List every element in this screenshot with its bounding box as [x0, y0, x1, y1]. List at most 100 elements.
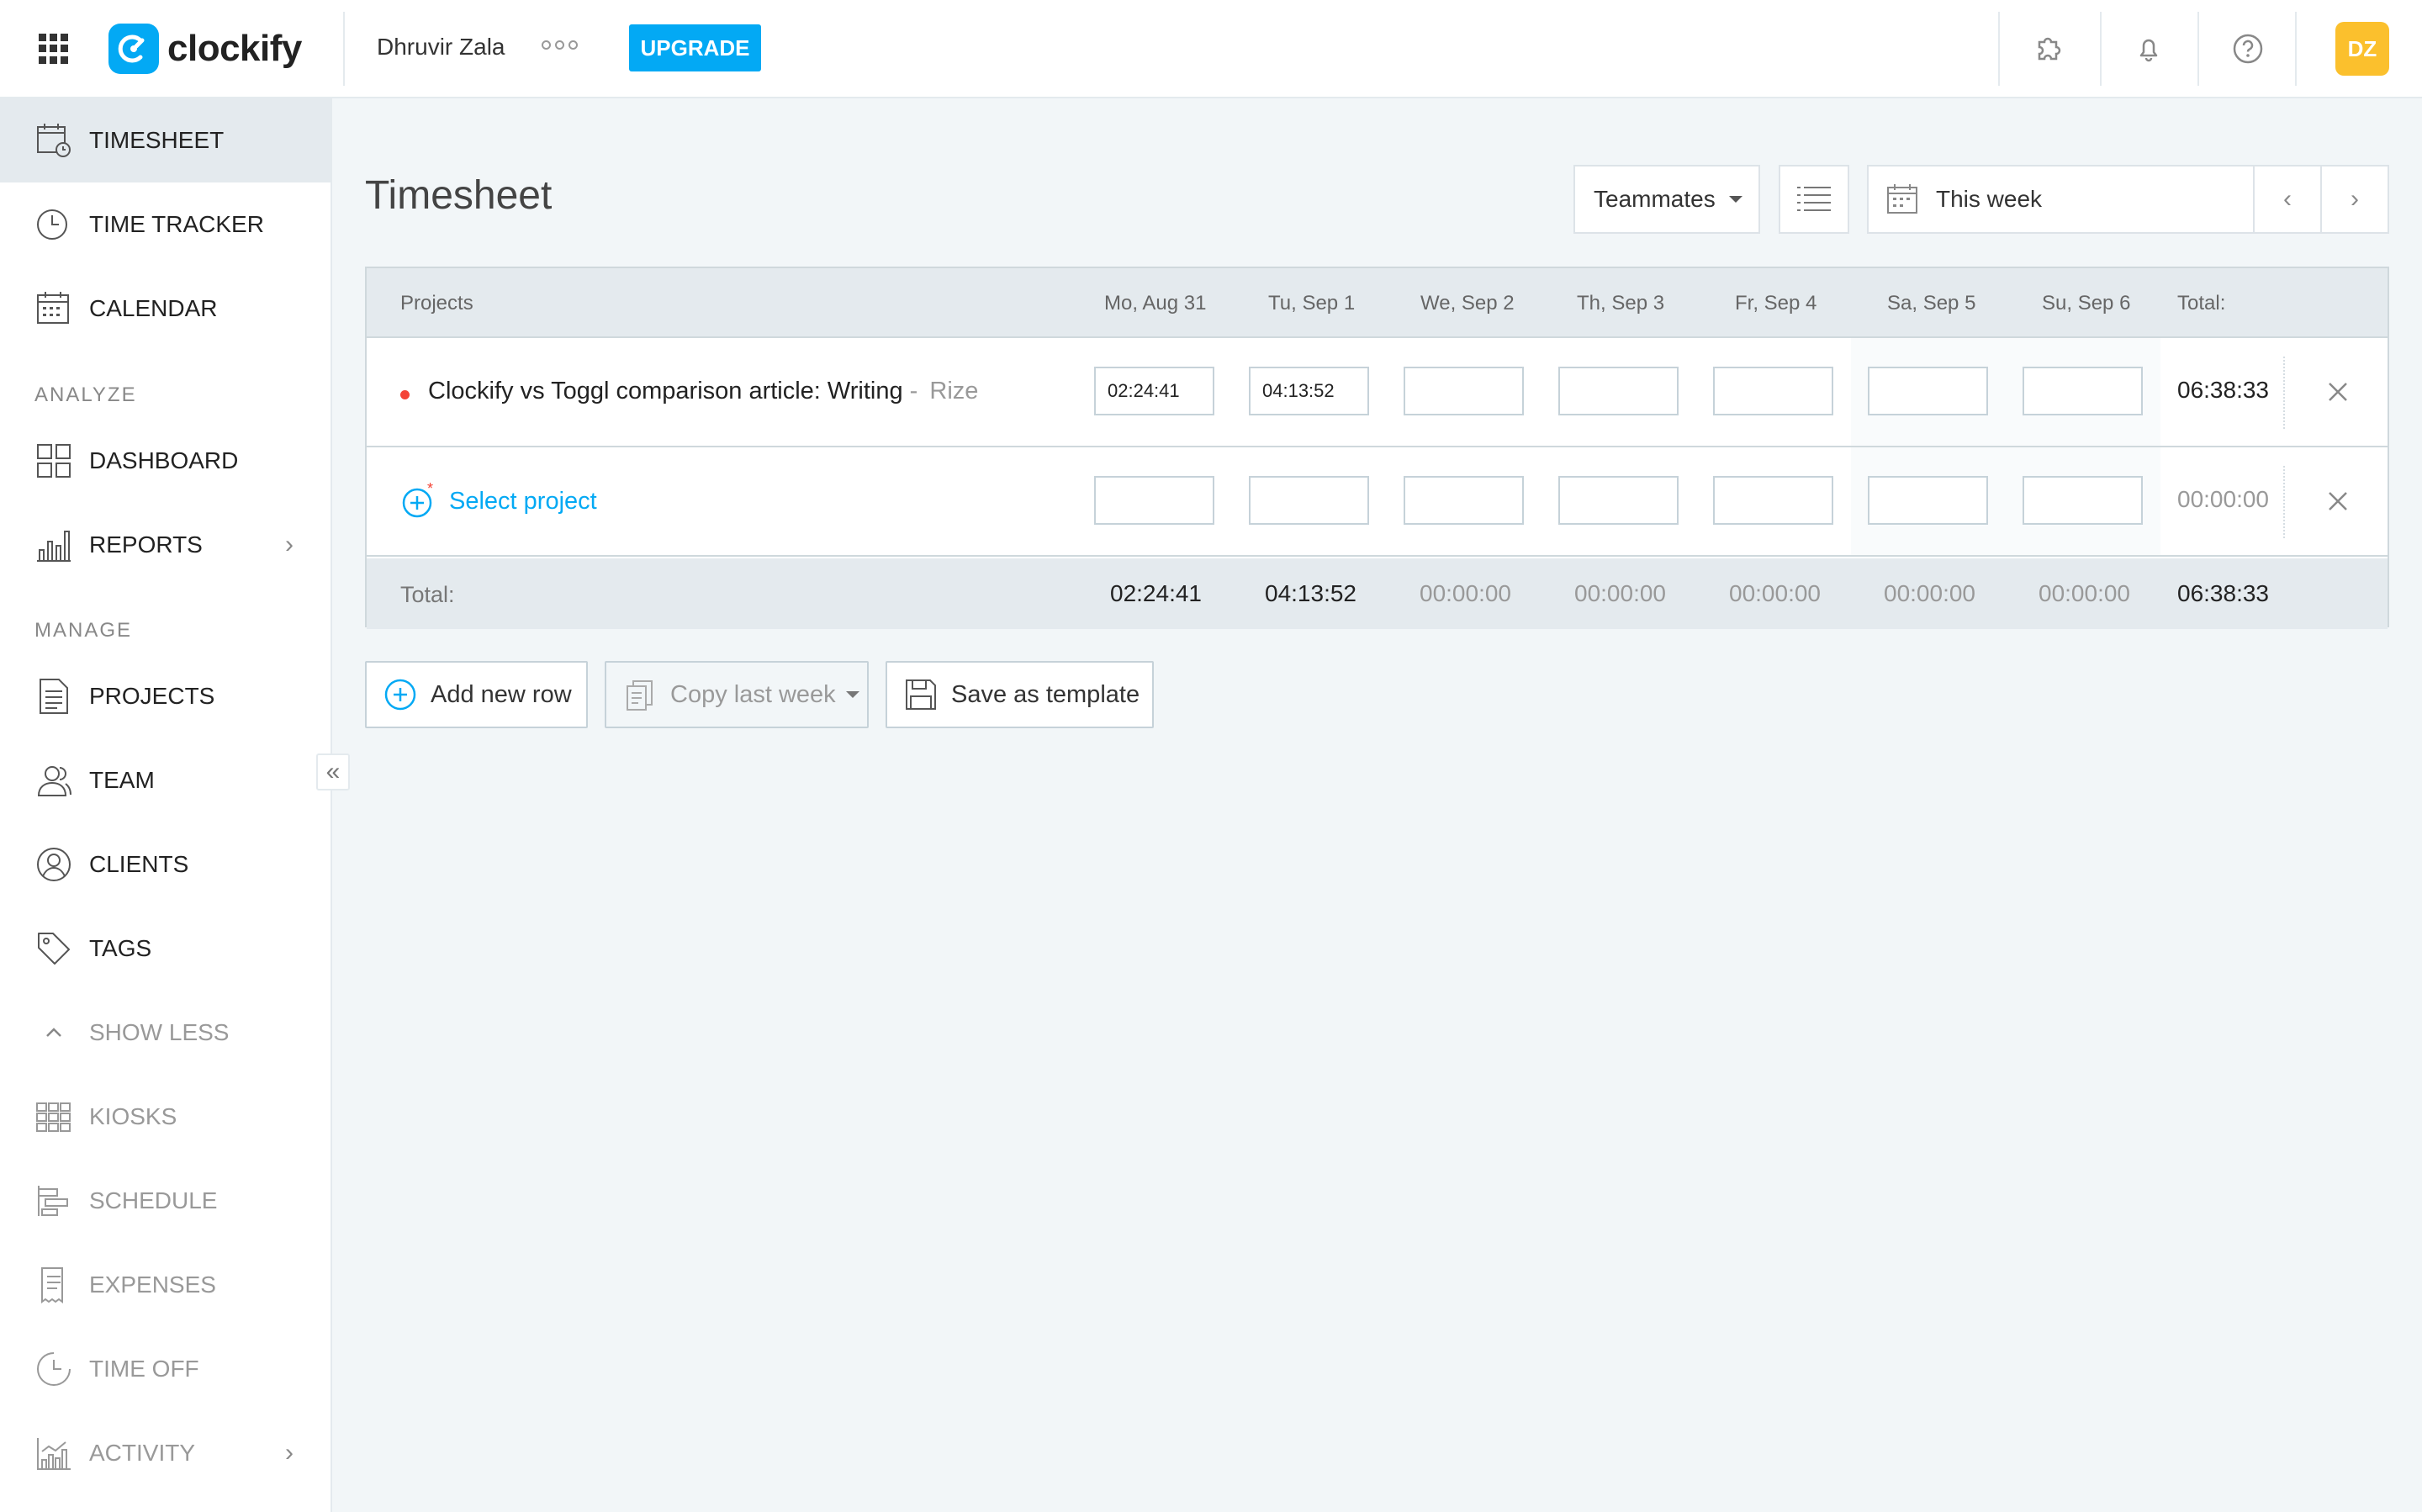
select-project-label: Select project: [449, 487, 597, 515]
divider: [343, 12, 345, 86]
table-row: Clockify vs Toggl comparison article: Wr…: [367, 338, 2388, 447]
totals-label: Total:: [400, 582, 455, 607]
header-day: Su, Sep 6: [2042, 292, 2131, 315]
sidebar-item-team[interactable]: TEAM: [0, 738, 331, 822]
time-cell-input[interactable]: [1713, 476, 1833, 525]
sidebar-item-kiosks[interactable]: KIOSKS: [0, 1075, 331, 1159]
calendar-icon: [1887, 184, 1917, 214]
time-cell-input[interactable]: [1713, 367, 1833, 415]
time-cell-input[interactable]: [1094, 476, 1214, 525]
sidebar-item-time-tracker[interactable]: TIME TRACKER: [0, 182, 331, 267]
add-new-row-button[interactable]: Add new row: [365, 661, 588, 728]
apps-grid-icon[interactable]: [39, 34, 69, 64]
kiosk-icon: [36, 1102, 71, 1132]
time-cell-input[interactable]: [1249, 476, 1369, 525]
clockify-logo-icon: [108, 24, 159, 74]
day-total: 02:24:41: [1110, 580, 1202, 606]
sidebar-item-reports[interactable]: REPORTS ›: [0, 503, 331, 587]
select-project-button[interactable]: * Select project: [400, 483, 597, 520]
project-name[interactable]: Clockify vs Toggl comparison article: Wr…: [428, 378, 978, 405]
projects-icon: [40, 679, 68, 714]
sidebar-item-timesheet[interactable]: TIMESHEET: [0, 98, 331, 182]
upgrade-button[interactable]: UPGRADE: [629, 24, 761, 71]
add-project-icon: *: [402, 483, 433, 518]
help-icon[interactable]: [2228, 29, 2268, 69]
timesheet-icon: [37, 124, 71, 157]
tag-icon: [38, 933, 70, 965]
bell-icon[interactable]: [2129, 29, 2169, 69]
time-cell-input[interactable]: [1868, 367, 1988, 415]
sidebar-item-label: PROJECTS: [89, 683, 215, 709]
client-name: Rize: [929, 378, 979, 404]
view-toggle-button[interactable]: [1779, 165, 1849, 234]
clock-icon: [37, 209, 67, 240]
sidebar-item-label: SCHEDULE: [89, 1187, 218, 1213]
divider: [2283, 357, 2285, 429]
list-view-icon: [1797, 187, 1831, 211]
sidebar: TIMESHEET TIME TRACKER CALENDAR ANALYZE …: [0, 98, 332, 1512]
header-day: We, Sep 2: [1420, 292, 1515, 315]
time-cell-input[interactable]: [1094, 367, 1214, 415]
time-cell-input[interactable]: [1868, 476, 1988, 525]
puzzle-icon[interactable]: [2028, 29, 2068, 69]
time-cell-input[interactable]: [2023, 476, 2143, 525]
day-total: 00:00:00: [1729, 580, 1821, 606]
header-projects: Projects: [400, 292, 473, 315]
time-cell-input[interactable]: [2023, 367, 2143, 415]
sidebar-item-label: KIOSKS: [89, 1103, 177, 1129]
teammates-dropdown[interactable]: Teammates: [1573, 165, 1760, 234]
divider: [2295, 12, 2297, 86]
sidebar-item-activity[interactable]: ACTIVITY ›: [0, 1411, 331, 1495]
time-cell-input[interactable]: [1404, 476, 1524, 525]
header-day: Th, Sep 3: [1577, 292, 1665, 315]
sidebar-item-label: REPORTS: [89, 531, 203, 558]
save-as-template-label: Save as template: [951, 680, 1140, 708]
logo[interactable]: clockify: [108, 24, 302, 74]
date-range-picker[interactable]: This week: [1867, 165, 2255, 234]
row-total: 00:00:00: [2177, 486, 2269, 512]
sidebar-item-time-off[interactable]: TIME OFF: [0, 1327, 331, 1411]
dashboard-icon: [37, 444, 71, 478]
sidebar-item-calendar[interactable]: CALENDAR: [0, 267, 331, 351]
chevron-right-icon: ›: [285, 1439, 293, 1467]
save-as-template-button[interactable]: Save as template: [886, 661, 1154, 728]
copy-last-week-label: Copy last week: [670, 680, 836, 708]
time-cell-input[interactable]: [1558, 367, 1679, 415]
close-icon[interactable]: [2323, 377, 2353, 407]
sidebar-item-expenses[interactable]: EXPENSES: [0, 1243, 331, 1327]
sidebar-item-schedule[interactable]: SCHEDULE: [0, 1159, 331, 1243]
collapse-sidebar-button[interactable]: «: [316, 753, 350, 790]
sidebar-item-clients[interactable]: CLIENTS: [0, 822, 331, 907]
caret-down-icon: [845, 691, 859, 698]
sidebar-item-tags[interactable]: TAGS: [0, 907, 331, 991]
close-icon[interactable]: [2323, 486, 2353, 516]
add-new-row-label: Add new row: [431, 680, 572, 708]
project-title: Clockify vs Toggl comparison article: Wr…: [428, 378, 903, 404]
sidebar-item-dashboard[interactable]: DASHBOARD: [0, 419, 331, 503]
next-week-button[interactable]: ›: [2320, 165, 2389, 234]
copy-last-week-button[interactable]: Copy last week: [605, 661, 869, 728]
more-options-icon[interactable]: [542, 40, 578, 50]
section-label-manage: MANAGE: [34, 619, 133, 642]
copy-icon: [627, 680, 653, 711]
sidebar-item-label: TIME TRACKER: [89, 211, 264, 237]
time-cell-input[interactable]: [1558, 476, 1679, 525]
workspace-name[interactable]: Dhruvir Zala: [377, 34, 505, 61]
brand-name: clockify: [167, 28, 302, 69]
sidebar-item-label: CLIENTS: [89, 851, 189, 877]
sidebar-item-show-less[interactable]: SHOW LESS: [0, 991, 331, 1075]
sidebar-item-label: TAGS: [89, 935, 152, 961]
day-total: 00:00:00: [1420, 580, 1511, 606]
sidebar-item-projects[interactable]: PROJECTS: [0, 654, 331, 738]
chevron-right-icon: ›: [2351, 185, 2359, 213]
day-total: 00:00:00: [2039, 580, 2130, 606]
day-total: 00:00:00: [1574, 580, 1666, 606]
time-cell-input[interactable]: [1404, 367, 1524, 415]
team-icon: [37, 766, 71, 796]
sidebar-item-label: SHOW LESS: [89, 1019, 230, 1045]
time-cell-input[interactable]: [1249, 367, 1369, 415]
user-avatar[interactable]: DZ: [2335, 22, 2389, 76]
header-total: Total:: [2177, 292, 2226, 315]
previous-week-button[interactable]: ‹: [2253, 165, 2322, 234]
sidebar-item-label: TIME OFF: [89, 1356, 199, 1382]
